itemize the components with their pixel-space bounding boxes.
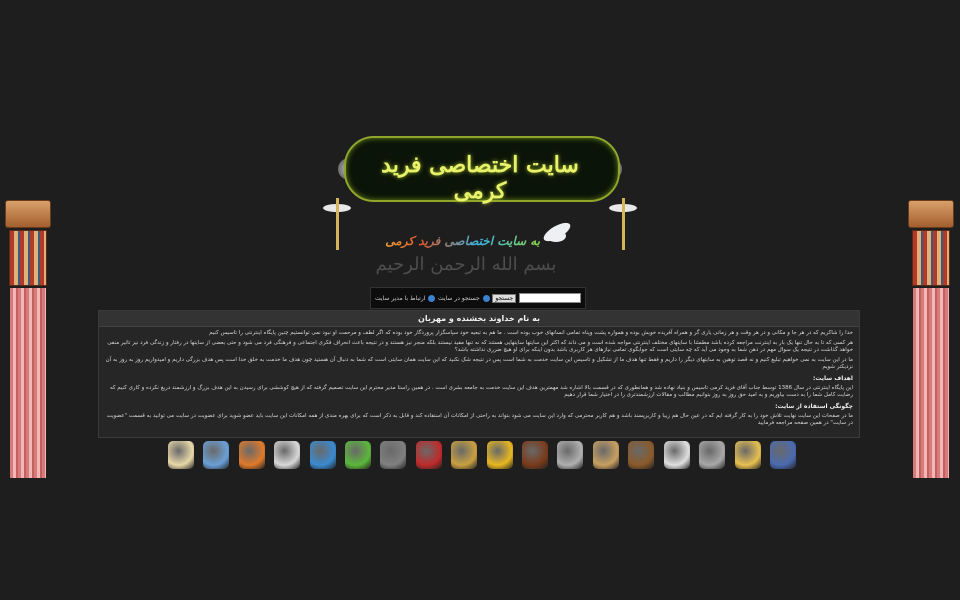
film-icon[interactable] (628, 441, 655, 469)
search-button[interactable]: جستجو (492, 293, 517, 303)
content-heading: به نام خداوند بخشنده و مهربان (99, 311, 859, 327)
intro-paragraph: خدا را شاکریم که در هر جا و مکانی و در ه… (209, 330, 853, 336)
dove-icon (540, 218, 574, 245)
usage-title: چگونگی استفاده از سایت: (775, 403, 853, 410)
contact-admin-link[interactable]: ارتباط با مدیر سایت (375, 295, 425, 302)
people-icon[interactable] (592, 441, 619, 469)
caduceus-icon (608, 198, 638, 250)
globe-icon[interactable] (380, 441, 407, 469)
book-brown-icon[interactable] (522, 441, 549, 469)
cartoon-icon[interactable] (238, 441, 265, 469)
main-content-panel: به نام خداوند بخشنده و مهربان خدا را شاک… (98, 310, 860, 438)
shrine-icon[interactable] (699, 441, 726, 469)
genie-icon[interactable] (734, 441, 761, 469)
search-input[interactable] (518, 293, 581, 303)
search-icon (482, 294, 490, 302)
caduceus-icon (322, 198, 352, 250)
earth-icon[interactable] (769, 441, 796, 469)
top-navbar: ارتباط با مدیر سایت جستجو در سایت جستجو (370, 287, 586, 309)
goals-paragraph: این پایگاه اینترنتی در سال 1386 توسط جنا… (109, 385, 853, 398)
usage-paragraph: ما در صفحات این سایت نهایت تلاش خود را ب… (106, 413, 853, 426)
contact-icon (428, 294, 436, 302)
roses-icon[interactable] (415, 441, 442, 469)
book-icon[interactable] (168, 441, 194, 469)
banner-title: سایت اختصاصی فرید کرمی (381, 152, 579, 204)
parrot-icon[interactable] (345, 441, 372, 469)
question-box-icon[interactable] (309, 441, 336, 469)
left-decorative-pillar (5, 200, 51, 486)
cartoon-face-icon[interactable] (274, 441, 301, 469)
category-icon-row (168, 438, 796, 472)
site-search-label: جستجو در سایت (438, 294, 480, 302)
goals-title: اهداف سایت: (813, 375, 853, 382)
intro-paragraph-3: ما در این سایت به نمی خواهیم تبلیغ کنیم … (105, 357, 853, 370)
megaphone-icon[interactable] (663, 441, 690, 469)
guitar-icon[interactable] (451, 441, 478, 469)
computer-icon[interactable] (557, 441, 584, 469)
right-decorative-pillar (908, 200, 954, 486)
basmala-calligraphy: بسم الله الرحمن الرحیم (375, 254, 557, 275)
cities-icon[interactable] (203, 441, 230, 469)
intro-paragraph-2: هر کسی که تا به حال تنها یک بار به اینتر… (107, 340, 853, 353)
site-banner: سایت اختصاصی فرید کرمی (322, 130, 638, 206)
welcome-text: به سایت اختصاصی فرید کرمی (360, 234, 540, 248)
allah-calligraphy-icon[interactable] (486, 441, 513, 469)
